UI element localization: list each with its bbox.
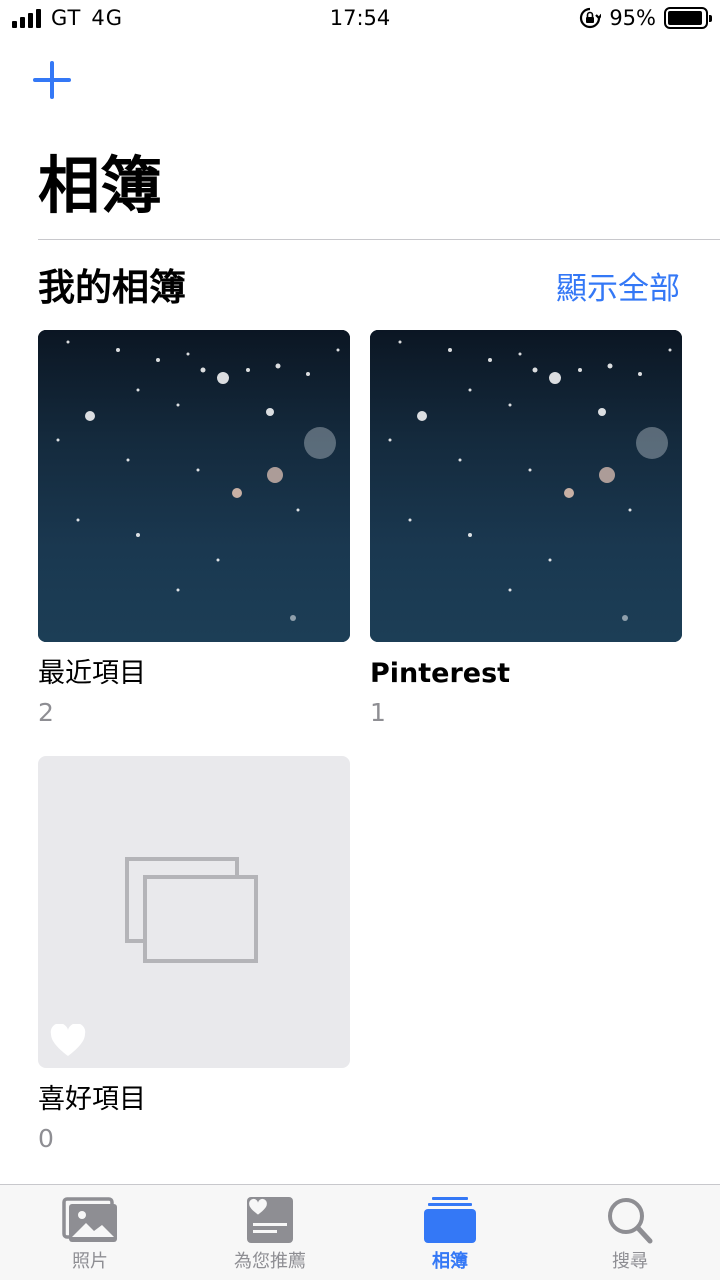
battery-icon <box>664 7 712 29</box>
for-you-icon <box>247 1197 293 1243</box>
tab-search[interactable]: 搜尋 <box>540 1185 720 1280</box>
tab-albums[interactable]: 相簿 <box>360 1185 540 1280</box>
ocean-photo <box>370 330 682 642</box>
tab-label: 照片 <box>72 1251 108 1272</box>
rotation-lock-icon <box>580 7 602 29</box>
ocean-photo <box>38 330 350 642</box>
tab-photos[interactable]: 照片 <box>0 1185 180 1280</box>
tab-for-you[interactable]: 為您推薦 <box>180 1185 360 1280</box>
page-title: 相簿 <box>38 149 163 222</box>
empty-album-placeholder <box>125 857 258 963</box>
section-title: 我的相簿 <box>38 266 186 309</box>
tab-bar: 照片 為您推薦 相簿 搜尋 <box>0 1184 720 1280</box>
album-thumbnail[interactable] <box>38 330 350 642</box>
heart-icon <box>50 1024 86 1056</box>
status-bar: GT 4G 17:54 95% <box>0 0 720 40</box>
album-name: 最近項目 <box>38 658 146 689</box>
album-recents[interactable]: 最近項目 2 <box>38 330 350 730</box>
album-pinterest[interactable]: Pinterest 1 <box>370 330 682 730</box>
album-favorites[interactable]: 喜好項目 0 <box>38 756 350 1156</box>
plus-icon[interactable] <box>32 60 72 100</box>
battery-percentage: 95% <box>609 6 656 30</box>
album-name: Pinterest <box>370 658 511 689</box>
album-thumbnail[interactable] <box>38 756 350 1068</box>
album-name: 喜好項目 <box>38 1084 146 1115</box>
album-thumbnail[interactable] <box>370 330 682 642</box>
tab-label: 搜尋 <box>612 1251 648 1272</box>
album-count: 2 <box>38 698 54 727</box>
divider <box>38 239 720 240</box>
search-icon <box>608 1198 653 1244</box>
tab-label: 相簿 <box>432 1251 468 1272</box>
album-count: 0 <box>38 1124 54 1153</box>
photos-icon <box>62 1197 117 1242</box>
albums-icon <box>424 1197 476 1243</box>
album-count: 1 <box>370 698 386 727</box>
show-all-button[interactable]: 顯示全部 <box>556 266 680 312</box>
tab-label: 為您推薦 <box>234 1251 306 1272</box>
